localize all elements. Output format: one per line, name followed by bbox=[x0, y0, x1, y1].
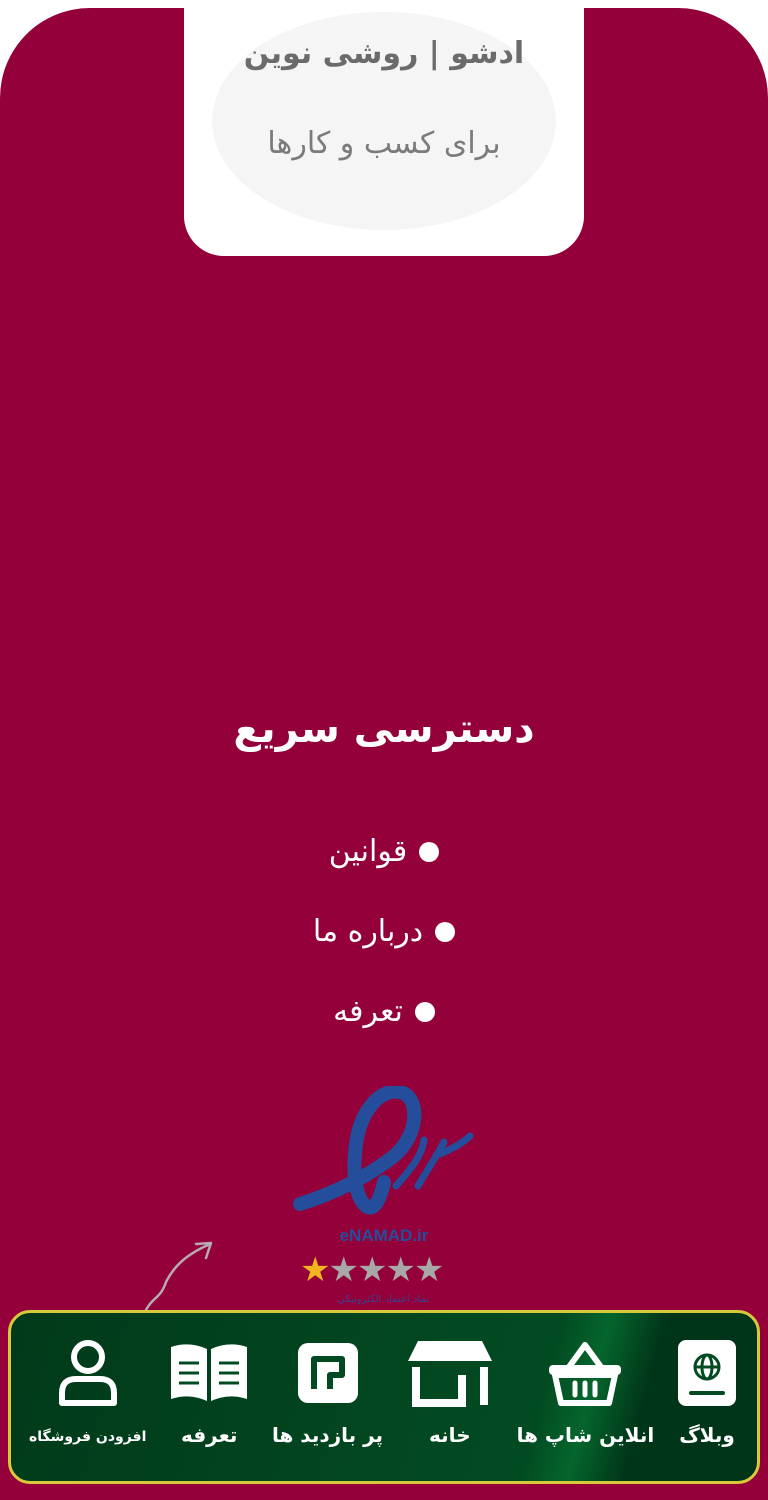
nav-label: افزودن فروشگاه bbox=[29, 1429, 147, 1445]
brand-subtitle: برای کسب و کارها bbox=[267, 126, 501, 161]
page: ادشو | روشی نوین برای کسب و کارها دسترسی… bbox=[0, 0, 768, 1500]
enamad-caption: نماد اعتماد الکترونیکی bbox=[337, 1294, 429, 1305]
star-filled-icon: ★ bbox=[300, 1250, 331, 1290]
nav-item-online-shops[interactable]: انلاین شاپ ها bbox=[516, 1313, 655, 1481]
nav-label: خانه bbox=[429, 1423, 471, 1447]
quick-link-rules[interactable]: قوانین bbox=[328, 830, 440, 874]
brand-title: ادشو | روشی نوین bbox=[243, 36, 525, 71]
quick-link-label: قوانین bbox=[328, 834, 408, 869]
bullet-dot-icon bbox=[435, 922, 456, 942]
tiles-icon bbox=[297, 1343, 358, 1403]
globe-book-icon bbox=[678, 1340, 736, 1406]
open-book-icon bbox=[171, 1344, 248, 1401]
quick-link-pricing[interactable]: تعرفه bbox=[333, 990, 435, 1034]
nav-label: انلاین شاپ ها bbox=[516, 1423, 655, 1447]
nav-item-home[interactable]: خانه bbox=[404, 1313, 496, 1481]
star-empty-icon: ★ bbox=[328, 1250, 359, 1290]
nav-label: تعرفه bbox=[180, 1423, 238, 1447]
nav-item-popular[interactable]: پر بازدید ها bbox=[272, 1313, 383, 1481]
nav-item-blog[interactable]: وبلاگ bbox=[675, 1313, 739, 1481]
bottom-navigation-bar: وبلاگ انلاین شاپ ها خانه پر بازدید ها تع… bbox=[8, 1310, 760, 1484]
star-empty-icon: ★ bbox=[385, 1250, 416, 1290]
basket-icon bbox=[549, 1342, 622, 1406]
enamad-logo-icon bbox=[293, 1086, 474, 1215]
nav-item-add-store[interactable]: افزودن فروشگاه bbox=[29, 1313, 146, 1481]
star-empty-icon: ★ bbox=[356, 1250, 388, 1290]
brand-card: ادشو | روشی نوین برای کسب و کارها bbox=[184, 0, 584, 256]
quick-access-item: تعرفه bbox=[0, 990, 768, 1070]
enamad-site-text: eNAMAD.ir bbox=[339, 1226, 429, 1245]
quick-link-label: تعرفه bbox=[333, 994, 403, 1029]
decorative-arrow-icon bbox=[142, 1241, 213, 1316]
quick-link-about[interactable]: درباره ما bbox=[312, 910, 456, 954]
enamad-rating-stars: ★★★★★ bbox=[300, 1250, 445, 1290]
quick-access-list: قوانین درباره ما تعرفه bbox=[0, 830, 768, 1070]
star-empty-icon: ★ bbox=[413, 1250, 445, 1290]
quick-access-title: دسترسی سریع bbox=[233, 706, 535, 752]
nav-item-pricing[interactable]: تعرفه bbox=[167, 1313, 251, 1481]
enamad-trust-badge[interactable]: eNAMAD.ir ★★★★★ نماد اعتماد الکترونیکی bbox=[292, 1086, 474, 1310]
user-icon bbox=[58, 1340, 117, 1406]
quick-link-label: درباره ما bbox=[312, 914, 424, 949]
nav-label: پر بازدید ها bbox=[271, 1423, 384, 1447]
nav-label: وبلاگ bbox=[679, 1423, 735, 1447]
store-icon bbox=[407, 1341, 492, 1407]
quick-access-item: قوانین bbox=[0, 830, 768, 910]
bullet-dot-icon bbox=[414, 1002, 435, 1022]
quick-access-item: درباره ما bbox=[0, 910, 768, 990]
bullet-dot-icon bbox=[419, 842, 440, 862]
